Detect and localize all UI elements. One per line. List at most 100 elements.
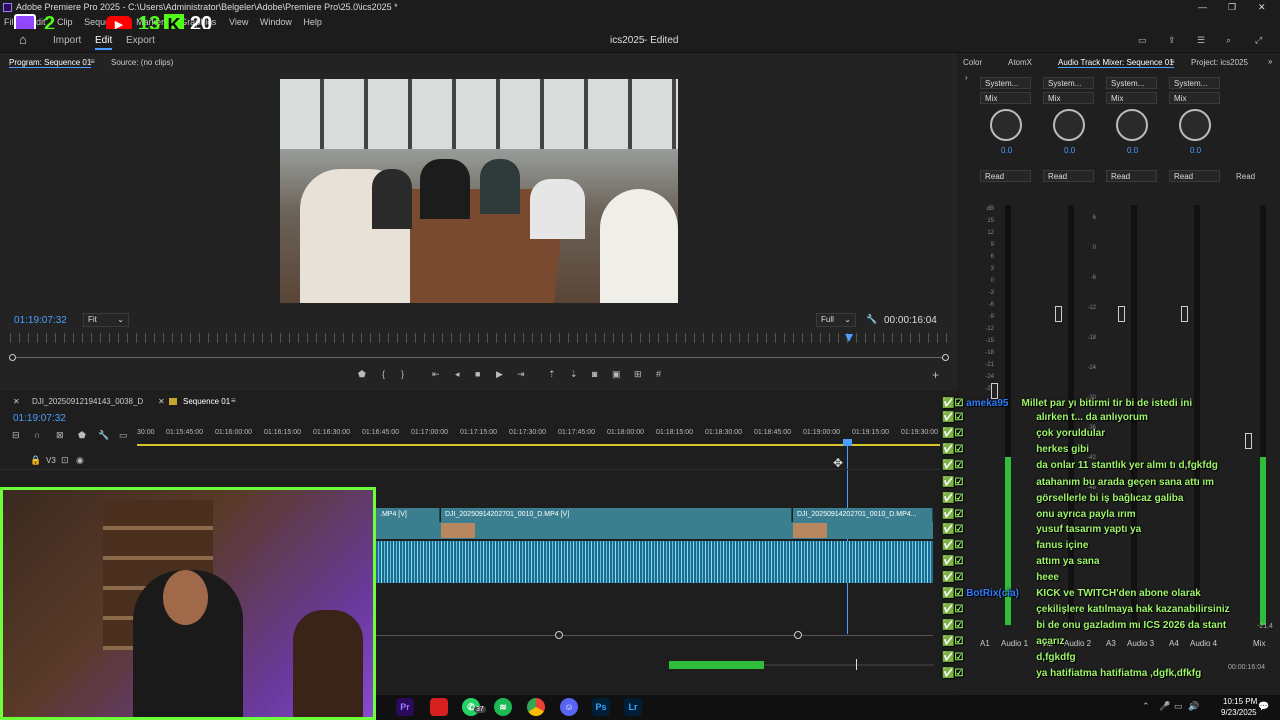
quality-dropdown[interactable]: Full ⌄ — [816, 313, 856, 327]
time-ruler[interactable]: 30:00 01:15:45:00 01:16:00:00 01:16:15:0… — [137, 429, 940, 443]
fit-dropdown[interactable]: Fit ⌄ — [83, 313, 129, 327]
nest-icon[interactable]: ⊟ — [12, 430, 20, 441]
timeline-timecode[interactable]: 01:19:07:32 — [13, 413, 66, 424]
pan-knob[interactable] — [990, 109, 1022, 141]
mini-ruler[interactable] — [10, 333, 948, 343]
discord-icon[interactable]: ☺ — [560, 698, 578, 716]
panel-menu-icon[interactable]: ≡ — [231, 396, 236, 405]
chrome-icon[interactable] — [527, 698, 545, 716]
input-dropdown[interactable]: System... — [1169, 77, 1220, 89]
wrench-icon[interactable]: 🔧 — [866, 314, 877, 325]
network-icon[interactable]: ▭ — [1174, 701, 1183, 712]
step-back-icon[interactable]: ◂ — [455, 369, 460, 380]
compare-icon[interactable]: ▣ — [612, 369, 621, 380]
video-clip[interactable]: DJI_20250914202701_0010_D.MP4... — [793, 508, 933, 522]
timeline-tab-clip[interactable]: DJI_20250912194143_0038_D — [32, 397, 143, 406]
spotify-icon[interactable]: ≋ — [494, 698, 512, 716]
input-dropdown[interactable]: System... — [1106, 77, 1157, 89]
snap-icon[interactable]: ∩ — [34, 430, 40, 440]
video-clip[interactable]: DJI_20250914202701_0010_D.MP4 [V] — [441, 508, 792, 522]
pan-knob[interactable] — [1116, 109, 1148, 141]
share-icon[interactable]: ⇪ — [1168, 35, 1176, 46]
quick-search-icon[interactable]: ⌕ — [1226, 35, 1231, 46]
timeline-tab-sequence[interactable]: Sequence 01 — [183, 397, 230, 406]
tab-atomx[interactable]: AtomX — [1008, 58, 1032, 67]
pan-knob[interactable] — [1179, 109, 1211, 141]
tab-color[interactable]: Color — [963, 58, 982, 67]
zoom-handle-left[interactable] — [555, 631, 563, 639]
menu-lines-icon[interactable]: ☰ — [1197, 35, 1205, 46]
close-tab-icon[interactable]: ✕ — [13, 397, 20, 406]
eye-icon[interactable]: ◉ — [76, 455, 84, 466]
source-tab[interactable]: Source: (no clips) — [111, 58, 173, 67]
panel-menu-icon[interactable]: ≡ — [90, 57, 95, 66]
fader-handle[interactable] — [1181, 306, 1188, 322]
fader-handle[interactable] — [1055, 306, 1062, 322]
marker-icon[interactable]: ⬟ — [78, 430, 86, 441]
sync-lock-icon[interactable]: ⊡ — [61, 455, 69, 466]
mark-out-icon[interactable]: } — [401, 369, 404, 379]
wrench-icon[interactable]: 🔧 — [98, 430, 109, 441]
clock-time[interactable]: 10:15 PM — [1223, 697, 1257, 706]
volume-icon[interactable]: 🔊 — [1188, 701, 1199, 712]
panel-layout-icon[interactable]: ▭ — [1138, 35, 1147, 46]
stop-icon[interactable]: ■ — [475, 369, 480, 379]
clock-date[interactable]: 9/23/2025 — [1221, 708, 1257, 717]
lightroom-icon[interactable]: Lr — [624, 698, 642, 716]
home-icon[interactable]: ⌂ — [19, 33, 33, 46]
menu-window[interactable]: Window — [260, 17, 292, 27]
tab-import[interactable]: Import — [53, 35, 81, 46]
pan-knob[interactable] — [1053, 109, 1085, 141]
grid-icon[interactable]: # — [656, 369, 661, 379]
lift-icon[interactable]: ⇡ — [548, 369, 556, 380]
input-dropdown[interactable]: System... — [980, 77, 1031, 89]
scrub-bar[interactable] — [12, 357, 946, 358]
go-to-in-icon[interactable]: ⇤ — [432, 369, 440, 380]
fullscreen-icon[interactable]: ⤢ — [1255, 35, 1262, 46]
premiere-app-icon[interactable]: Pr — [396, 698, 414, 716]
fader-handle[interactable] — [1118, 306, 1125, 322]
mode-dropdown[interactable]: Mix — [1043, 92, 1094, 104]
expand-icon[interactable]: › — [965, 73, 968, 82]
automation-dropdown[interactable]: Read — [980, 170, 1031, 182]
go-to-out-icon[interactable]: ⇥ — [517, 369, 525, 380]
captions-icon[interactable]: ▭ — [119, 430, 128, 441]
scrub-start-handle[interactable] — [9, 354, 16, 361]
mode-dropdown[interactable]: Mix — [1169, 92, 1220, 104]
master-automation[interactable]: Read — [1236, 172, 1255, 181]
add-button-icon[interactable]: + — [932, 368, 939, 382]
mode-dropdown[interactable]: Mix — [1106, 92, 1157, 104]
tab-edit[interactable]: Edit — [95, 35, 113, 50]
tab-audio-mixer[interactable]: Audio Track Mixer: Sequence 01 — [1058, 58, 1174, 68]
mode-dropdown[interactable]: Mix — [980, 92, 1031, 104]
minimize-button[interactable]: — — [1198, 0, 1207, 15]
add-marker-icon[interactable]: ⬟ — [358, 369, 366, 380]
video-clip[interactable]: .MP4 [V] — [376, 508, 440, 522]
linked-select-icon[interactable]: ⊠ — [56, 430, 64, 441]
lock-icon[interactable]: 🔒 — [30, 455, 41, 466]
playhead-handle[interactable] — [843, 439, 852, 446]
tray-chevron-icon[interactable]: ⌃ — [1142, 701, 1150, 712]
program-timecode[interactable]: 01:19:07:32 — [14, 315, 67, 326]
close-tab-icon[interactable]: ✕ — [158, 397, 165, 406]
panel-menu-icon[interactable]: ≡ — [1170, 57, 1175, 66]
program-tab[interactable]: Program: Sequence 01 — [9, 58, 92, 68]
menu-help[interactable]: Help — [303, 17, 322, 27]
zoom-scrollbar[interactable] — [376, 635, 933, 636]
automation-dropdown[interactable]: Read — [1169, 170, 1220, 182]
red-app-icon[interactable] — [430, 698, 448, 716]
automation-dropdown[interactable]: Read — [1043, 170, 1094, 182]
play-icon[interactable]: ▶ — [496, 369, 503, 380]
notifications-icon[interactable]: 💬 — [1258, 701, 1269, 712]
mic-icon[interactable]: 🎤 — [1159, 701, 1170, 712]
audio-clip[interactable] — [376, 541, 933, 583]
menu-view[interactable]: View — [229, 17, 248, 27]
more-panels-icon[interactable]: » — [1268, 57, 1272, 66]
extract-icon[interactable]: ⇣ — [570, 369, 578, 380]
scrub-end-handle[interactable] — [942, 354, 949, 361]
input-dropdown[interactable]: System... — [1043, 77, 1094, 89]
camera-icon[interactable]: ◙ — [592, 369, 597, 379]
multicam-icon[interactable]: ⊞ — [634, 369, 642, 380]
automation-dropdown[interactable]: Read — [1106, 170, 1157, 182]
tab-project[interactable]: Project: ics2025 — [1191, 58, 1248, 67]
